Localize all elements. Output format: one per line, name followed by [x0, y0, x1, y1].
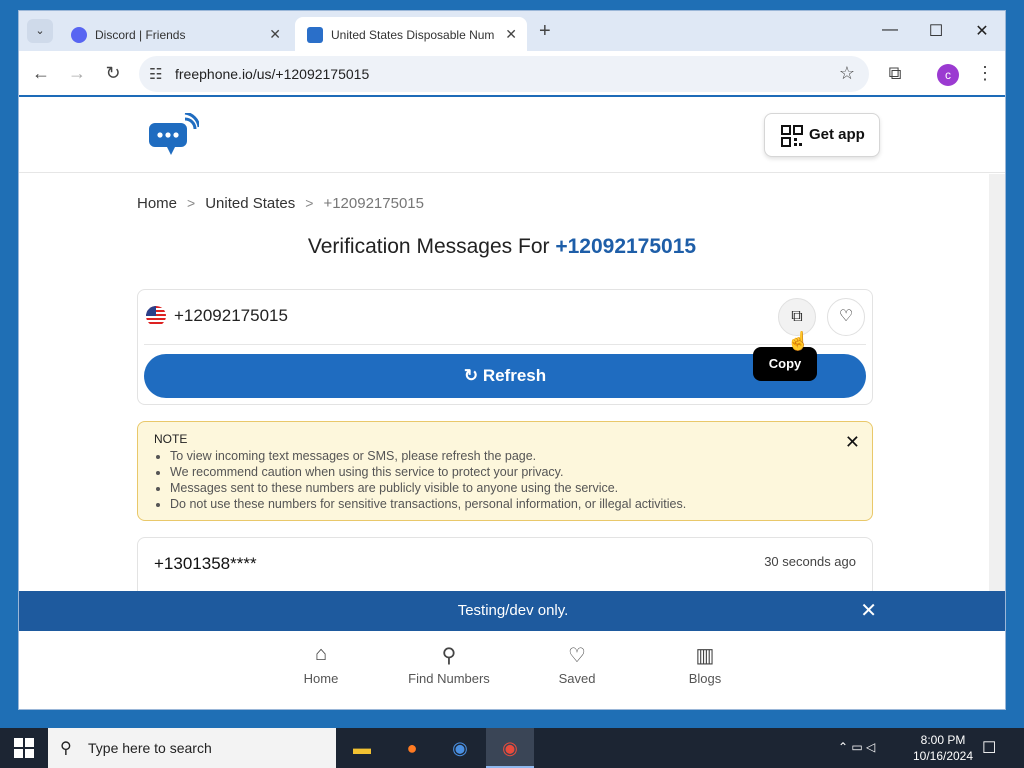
close-tab-icon[interactable]: ✕ — [269, 26, 281, 43]
profile-avatar[interactable]: c — [937, 64, 959, 86]
nav-home[interactable]: ⌂ Home — [271, 643, 371, 686]
home-icon: ⌂ — [314, 643, 328, 665]
chrome-icon[interactable]: ◉ — [486, 728, 534, 768]
tab-strip: ⌄ Discord | Friends ✕ United States Disp… — [19, 11, 1005, 51]
nav-label: Blogs — [688, 671, 722, 686]
note-item: To view incoming text messages or SMS, p… — [170, 448, 686, 464]
note-item: We recommend caution when using this ser… — [170, 464, 686, 480]
clock-date: 10/16/2024 — [912, 749, 974, 763]
nav-label: Saved — [558, 671, 596, 686]
address-bar[interactable]: ☷ freephone.io/us/+12092175015 ☆ — [139, 56, 869, 92]
note-box: NOTE To view incoming text messages or S… — [137, 421, 873, 521]
discord-icon — [71, 27, 87, 43]
page-title: Verification Messages For +12092175015 — [19, 235, 985, 259]
browser-menu-icon[interactable]: ⋮ — [973, 63, 997, 84]
chevron-right-icon: > — [187, 195, 196, 211]
chevron-down-icon[interactable]: ⌄ — [27, 19, 53, 43]
taskbar: ⚲ Type here to search ▬ ● ◉ ◉ ⌃ ▭ ◁ 8:00… — [0, 728, 1024, 768]
clock[interactable]: 8:00 PM 10/16/2024 — [912, 732, 974, 764]
reload-button[interactable]: ↻ — [101, 63, 125, 84]
search-icon: ⚲ — [441, 645, 457, 667]
note-heading: NOTE — [154, 432, 188, 446]
note-list: To view incoming text messages or SMS, p… — [170, 448, 686, 512]
site-header: Get app — [19, 99, 1005, 173]
us-flag-icon — [146, 306, 166, 326]
close-note-icon[interactable]: ✕ — [845, 432, 860, 453]
system-tray[interactable]: ⌃ ▭ ◁ — [838, 740, 875, 754]
note-item: Do not use these numbers for sensitive t… — [170, 496, 686, 512]
heart-icon: ♡ — [568, 645, 586, 667]
breadcrumb-country[interactable]: United States — [205, 195, 295, 212]
close-tab-icon[interactable]: ✕ — [505, 26, 517, 43]
taskbar-search[interactable]: ⚲ Type here to search — [48, 728, 336, 768]
search-placeholder: Type here to search — [88, 740, 212, 756]
chat-signal-logo[interactable] — [147, 113, 199, 157]
web-page: Get app Home > United States > +12092175015 … — [19, 99, 1005, 709]
maximize-button[interactable]: ☐ — [921, 21, 951, 41]
minimize-button[interactable]: — — [875, 21, 905, 39]
get-app-label: Get app — [809, 126, 865, 143]
clock-time: 8:00 PM — [920, 733, 966, 747]
desktop-right-edge — [1006, 0, 1024, 728]
tab-discord[interactable]: Discord | Friends ✕ — [59, 17, 291, 51]
desktop-left-edge — [0, 0, 18, 728]
tab-title: Discord | Friends — [95, 28, 186, 42]
copy-tooltip: Copy — [753, 347, 817, 381]
get-app-button[interactable]: Get app — [764, 113, 880, 157]
tab-freephone[interactable]: United States Disposable Numb ✕ — [295, 17, 527, 51]
tab-title: United States Disposable Numb — [331, 28, 495, 42]
file-explorer-icon[interactable]: ▬ — [338, 728, 386, 768]
close-window-button[interactable]: ✕ — [967, 21, 997, 41]
back-button[interactable]: ← — [29, 63, 53, 84]
breadcrumb-home[interactable]: Home — [137, 195, 177, 212]
favorite-button[interactable]: ♡ — [827, 298, 865, 336]
freephone-icon — [307, 27, 323, 43]
nav-label: Find Numbers — [408, 671, 490, 686]
books-icon: ▥ — [695, 645, 715, 667]
nav-label: Home — [303, 671, 339, 686]
breadcrumb: Home > United States > +12092175015 — [137, 195, 424, 212]
title-number: +12092175015 — [555, 235, 697, 258]
url-text[interactable]: freephone.io/us/+12092175015 — [175, 66, 369, 82]
message-time: 30 seconds ago — [764, 554, 856, 569]
browser-window: ⌄ Discord | Friends ✕ United States Disp… — [18, 10, 1006, 710]
firefox-icon[interactable]: ● — [388, 728, 436, 768]
banner-text: Testing/dev only. — [457, 602, 569, 619]
notifications-icon[interactable]: ☐ — [982, 738, 996, 758]
mouse-cursor-icon: ☝ — [787, 331, 810, 351]
tune-icon[interactable]: ☷ — [149, 65, 162, 83]
new-tab-button[interactable]: + — [539, 20, 551, 43]
breadcrumb-current: +12092175015 — [323, 195, 424, 212]
browser-toolbar: ← → ↻ ☷ freephone.io/us/+12092175015 ☆ ⧉… — [19, 51, 1005, 97]
extensions-icon[interactable]: ⧉ — [883, 63, 907, 84]
nav-blogs[interactable]: ▥ Blogs — [655, 643, 755, 686]
message-sender: +1301358**** — [154, 554, 257, 573]
nav-saved[interactable]: ♡ Saved — [527, 643, 627, 686]
title-prefix: Verification Messages For — [307, 235, 550, 258]
phone-number: +12092175015 — [174, 306, 288, 325]
page-scrollbar[interactable] — [989, 174, 1005, 604]
bottom-nav: ⌂ Home ⚲ Find Numbers ♡ Saved ▥ Blogs — [19, 631, 1005, 709]
search-icon: ⚲ — [60, 740, 72, 757]
dev-banner: Testing/dev only. ✕ — [19, 591, 1005, 631]
bookmark-star-icon[interactable]: ☆ — [839, 63, 855, 84]
chromium-icon[interactable]: ◉ — [436, 728, 484, 768]
note-item: Messages sent to these numbers are publi… — [170, 480, 686, 496]
qr-code-icon — [781, 125, 803, 147]
divider — [144, 344, 866, 345]
close-banner-icon[interactable]: ✕ — [860, 591, 877, 631]
chevron-right-icon: > — [305, 195, 314, 211]
nav-find-numbers[interactable]: ⚲ Find Numbers — [399, 643, 499, 686]
forward-button[interactable]: → — [65, 63, 89, 84]
windows-start-button[interactable] — [14, 738, 34, 758]
